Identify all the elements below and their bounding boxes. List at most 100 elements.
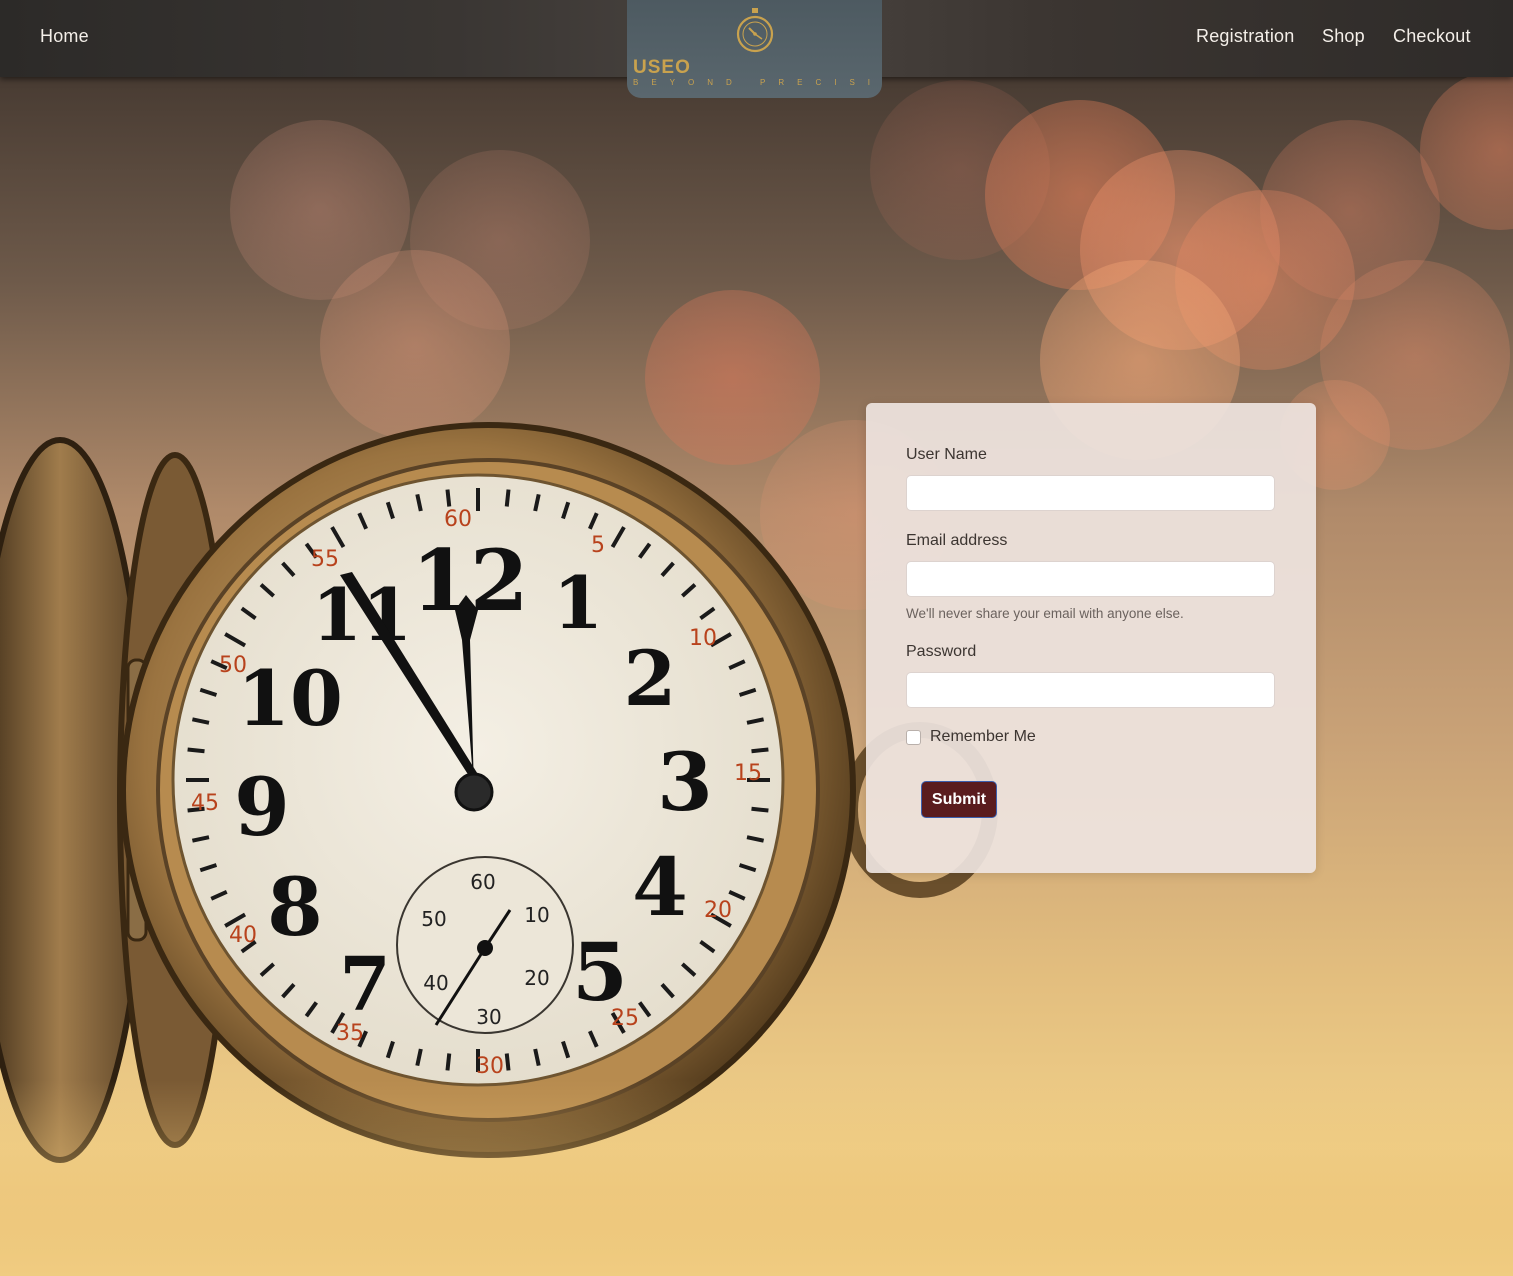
submit-button[interactable]: Submit [921,781,997,818]
dial-tick [415,493,423,512]
svg-text:15: 15 [734,761,762,786]
svg-text:35: 35 [336,1021,364,1046]
svg-text:20: 20 [524,966,549,990]
dial-tick [330,526,346,549]
dial-tick [638,1001,652,1018]
username-input[interactable] [906,475,1275,511]
svg-text:5: 5 [572,925,628,1019]
dial-tick [699,940,716,954]
dial-tick [259,962,275,977]
dial-tick [224,632,247,648]
dial-tick [728,659,746,670]
svg-text:30: 30 [476,1054,504,1079]
email-input[interactable] [906,561,1275,597]
dial-tick [199,687,218,697]
svg-text:10: 10 [237,654,343,743]
dial-tick [330,1011,346,1034]
bokeh-light [1080,150,1280,350]
page: 12 1 2 3 4 5 7 8 9 10 11 60 5 10 15 20 2… [0,0,1513,1276]
svg-text:20: 20 [704,898,732,923]
nav-checkout-link[interactable]: Checkout [1393,26,1471,47]
bokeh-light [645,290,820,465]
password-input[interactable] [906,672,1275,708]
dial-tick [210,890,228,901]
email-help-text: We'll never share your email with anyone… [906,606,1184,621]
dial-tick [751,747,769,754]
svg-text:10: 10 [689,626,717,651]
bokeh-light [1420,70,1513,230]
login-form: User Name Email address We'll never shar… [866,403,1316,873]
username-label: User Name [906,446,987,463]
dial-tick [385,1040,395,1059]
svg-text:5: 5 [591,533,605,558]
svg-text:30: 30 [476,1005,501,1029]
bokeh-light [1175,190,1355,370]
dial-tick [709,632,732,648]
svg-text:8: 8 [267,860,323,954]
bokeh-light [320,250,510,440]
svg-text:50: 50 [219,653,247,678]
nav-home-link[interactable]: Home [40,26,89,47]
dial-tick [357,1030,368,1048]
dial-tick [240,606,257,620]
email-label: Email address [906,532,1008,549]
bokeh-light [985,100,1175,290]
svg-text:25: 25 [611,1006,639,1031]
bokeh-light [1320,260,1510,450]
dial-tick [699,606,716,620]
dial-tick [610,1011,626,1034]
dial-tick [738,687,757,697]
svg-text:60: 60 [470,870,495,894]
dial-tick [561,501,571,520]
dial-tick [259,583,275,598]
dial-tick [746,835,765,843]
dial-tick [588,1030,599,1048]
brand-logo[interactable]: USЕO BEYOND PRECISION [627,0,882,98]
dial-tick [281,561,296,577]
logo-tagline: BEYOND PRECISION [633,78,882,87]
dial-tick [445,489,452,507]
dial-tick [751,806,769,813]
dial-tick [240,940,257,954]
dial-tick [504,1053,511,1071]
svg-text:10: 10 [524,903,549,927]
dial-tick [746,717,765,725]
dial-tick [191,835,210,843]
stopwatch-icon [736,8,774,53]
svg-text:40: 40 [423,971,448,995]
dial-tick [610,526,626,549]
dial-tick [738,863,757,873]
password-label: Password [906,643,977,660]
svg-text:1: 1 [553,560,603,645]
dial-tick [385,501,395,520]
svg-text:55: 55 [311,547,339,572]
dial-tick [709,912,732,928]
logo-brand-text: USЕO [633,57,691,78]
nav-shop-link[interactable]: Shop [1322,26,1365,47]
bokeh-light [230,120,410,300]
bokeh-light [870,80,1050,260]
dial-tick [681,583,697,598]
svg-text:4: 4 [632,840,688,934]
dial-tick [561,1040,571,1059]
dial-tick [304,542,318,559]
nav-registration-link[interactable]: Registration [1196,26,1294,47]
remember-me-checkbox[interactable] [906,730,921,745]
dial-tick [681,962,697,977]
dial-tick [533,493,541,512]
svg-text:9: 9 [234,760,290,854]
dial-tick [728,890,746,901]
svg-text:45: 45 [191,791,219,816]
dial-tick [445,1053,452,1071]
dial-tick [638,542,652,559]
dial-tick [660,561,675,577]
dial-tick [588,512,599,530]
dial-tick [660,983,675,999]
dial-tick [224,912,247,928]
dial-tick [199,863,218,873]
dial-tick [187,806,205,813]
dial-tick [357,512,368,530]
svg-text:60: 60 [444,507,472,532]
remember-me-label[interactable]: Remember Me [930,728,1036,746]
svg-text:50: 50 [421,907,446,931]
